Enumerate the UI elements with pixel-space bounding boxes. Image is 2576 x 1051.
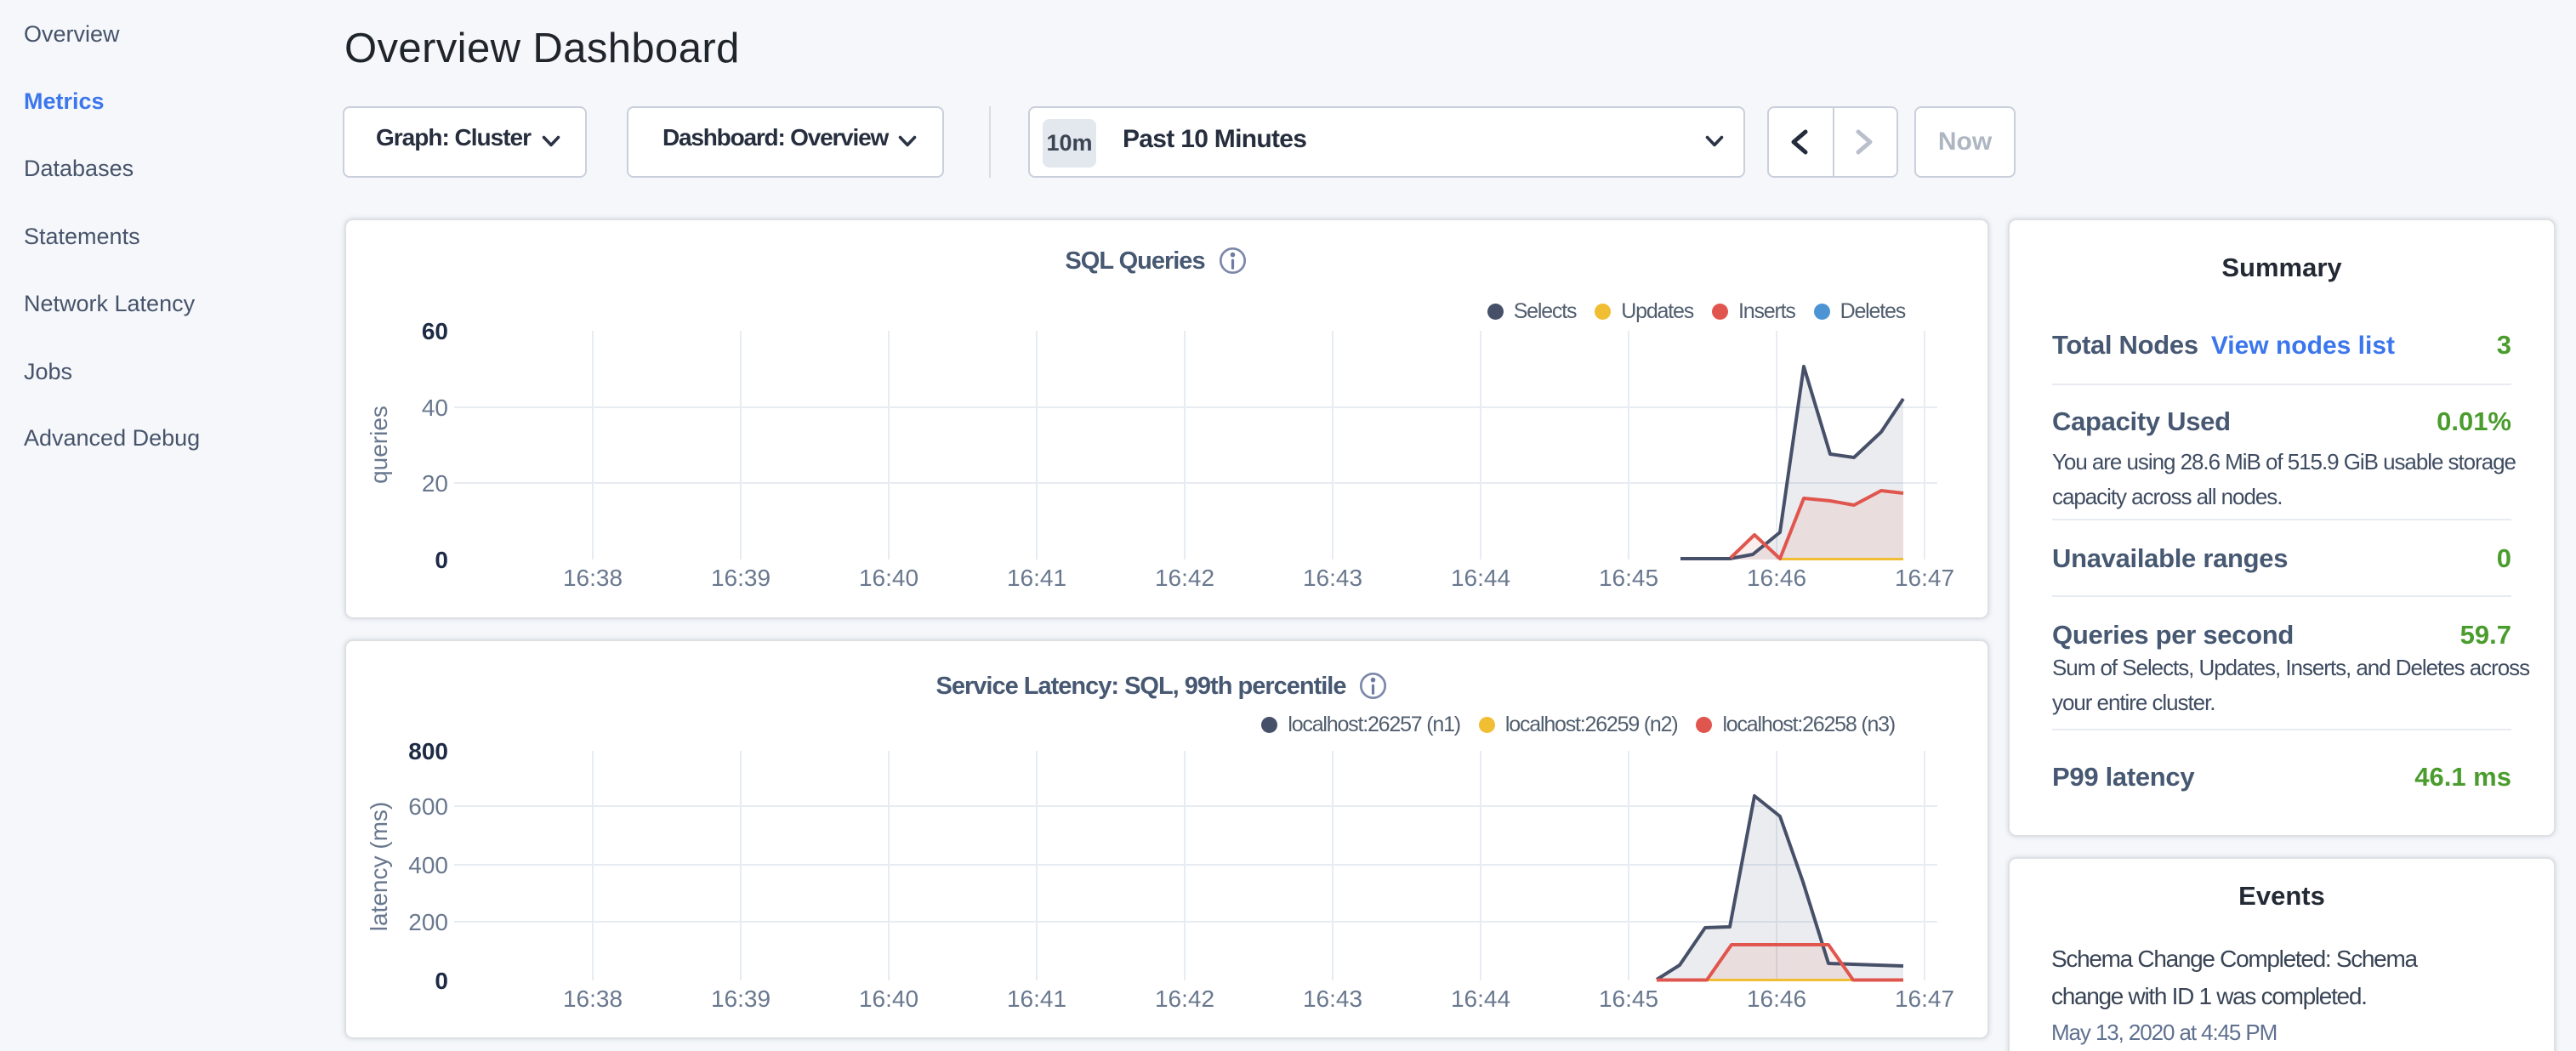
svg-text:16:38: 16:38: [563, 565, 623, 591]
svg-text:16:40: 16:40: [859, 986, 918, 1012]
svg-text:16:45: 16:45: [1599, 986, 1658, 1012]
svg-text:queries: queries: [366, 406, 392, 484]
svg-text:200: 200: [408, 909, 448, 935]
svg-text:16:45: 16:45: [1599, 565, 1658, 591]
svg-text:40: 40: [422, 395, 448, 421]
svg-text:16:46: 16:46: [1747, 986, 1806, 1012]
svg-text:16:41: 16:41: [1007, 565, 1066, 591]
svg-text:16:41: 16:41: [1007, 986, 1066, 1012]
svg-text:16:44: 16:44: [1451, 565, 1510, 591]
svg-text:16:42: 16:42: [1155, 986, 1214, 1012]
svg-text:16:42: 16:42: [1155, 565, 1214, 591]
svg-text:16:47: 16:47: [1895, 565, 1954, 591]
svg-text:0: 0: [435, 968, 448, 994]
svg-text:16:47: 16:47: [1895, 986, 1954, 1012]
svg-text:60: 60: [422, 318, 448, 344]
svg-text:16:43: 16:43: [1303, 565, 1362, 591]
svg-text:16:39: 16:39: [711, 565, 771, 591]
svg-text:16:39: 16:39: [711, 986, 771, 1012]
svg-text:16:44: 16:44: [1451, 986, 1510, 1012]
svg-text:16:46: 16:46: [1747, 565, 1806, 591]
svg-text:600: 600: [408, 793, 448, 820]
svg-text:20: 20: [422, 470, 448, 497]
svg-text:latency (ms): latency (ms): [366, 802, 392, 931]
svg-text:16:43: 16:43: [1303, 986, 1362, 1012]
svg-text:16:40: 16:40: [859, 565, 918, 591]
svg-text:0: 0: [435, 547, 448, 573]
svg-text:400: 400: [408, 852, 448, 878]
svg-text:16:38: 16:38: [563, 986, 623, 1012]
svg-text:800: 800: [408, 738, 448, 764]
